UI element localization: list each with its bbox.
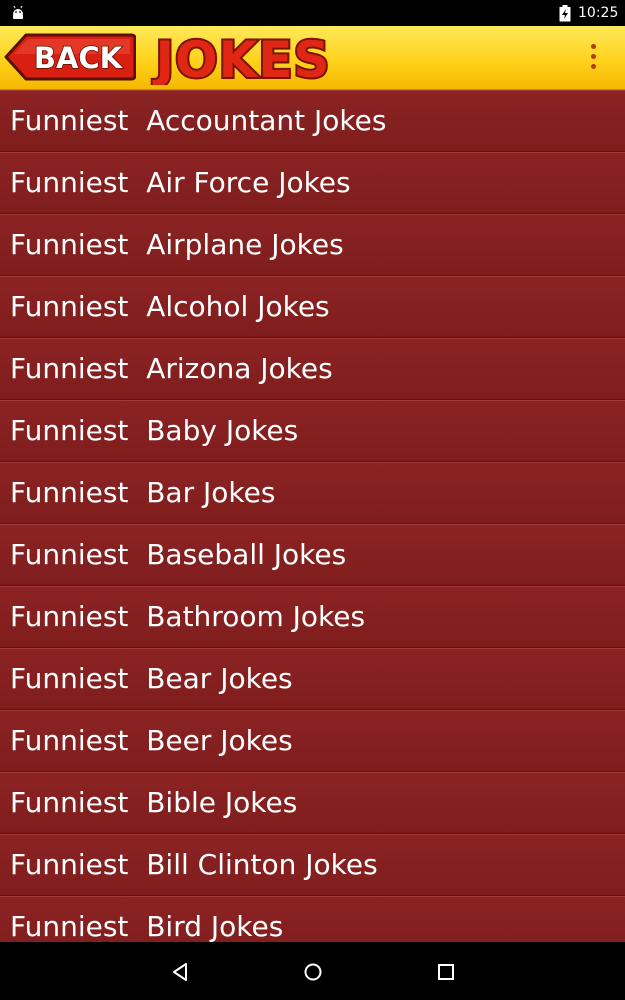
overflow-menu-icon[interactable] [586,40,600,74]
item-title: Baby Jokes [146,414,299,447]
item-prefix: Funniest [10,476,129,509]
item-title: Bill Clinton Jokes [146,848,378,881]
list-item[interactable]: Funniest Bathroom Jokes [0,586,625,648]
item-prefix: Funniest [10,538,129,571]
list-item[interactable]: Funniest Bill Clinton Jokes [0,834,625,896]
item-title: Air Force Jokes [146,166,351,199]
item-prefix: Funniest [10,786,129,819]
item-title: Bathroom Jokes [146,600,366,633]
list-item[interactable]: Funniest Alcohol Jokes [0,276,625,338]
list-item[interactable]: Funniest Bird Jokes [0,896,625,942]
list-item[interactable]: Funniest Air Force Jokes [0,152,625,214]
item-prefix: Funniest [10,352,129,385]
item-prefix: Funniest [10,910,129,942]
item-prefix: Funniest [10,166,129,199]
item-prefix: Funniest [10,662,129,695]
navigation-bar [0,942,625,1000]
recents-icon[interactable] [434,960,458,984]
item-title: Alcohol Jokes [146,290,330,323]
clock: 10:25 [578,5,619,21]
list-item[interactable]: Funniest Bear Jokes [0,648,625,710]
jokes-logo: JOKES [150,29,331,85]
back-button[interactable]: BACK [4,32,136,82]
list-item[interactable]: Funniest Accountant Jokes [0,90,625,152]
item-prefix: Funniest [10,414,129,447]
item-prefix: Funniest [10,600,129,633]
logo-text: JOKES [152,31,330,85]
joke-category-list: Funniest Accountant Jokes Funniest Air F… [0,90,625,942]
android-icon [13,5,23,19]
item-title: Accountant Jokes [146,104,387,137]
list-item[interactable]: Funniest Beer Jokes [0,710,625,772]
item-prefix: Funniest [10,104,129,137]
item-title: Bear Jokes [146,662,293,695]
list-item[interactable]: Funniest Bar Jokes [0,462,625,524]
item-title: Bible Jokes [146,786,298,819]
item-title: Airplane Jokes [146,228,344,261]
home-icon[interactable] [301,960,325,984]
item-prefix: Funniest [10,228,129,261]
item-title: Bird Jokes [146,910,284,942]
list-item[interactable]: Funniest Bible Jokes [0,772,625,834]
item-title: Arizona Jokes [146,352,333,385]
item-title: Beer Jokes [146,724,293,757]
item-title: Baseball Jokes [146,538,347,571]
item-prefix: Funniest [10,848,129,881]
back-label: BACK [34,41,124,75]
list-item[interactable]: Funniest Baseball Jokes [0,524,625,586]
item-prefix: Funniest [10,290,129,323]
battery-icon [559,5,571,22]
status-bar: 10:25 [0,0,625,26]
list-item[interactable]: Funniest Airplane Jokes [0,214,625,276]
list-item[interactable]: Funniest Baby Jokes [0,400,625,462]
back-icon[interactable] [168,960,192,984]
item-prefix: Funniest [10,724,129,757]
list-item[interactable]: Funniest Arizona Jokes [0,338,625,400]
item-title: Bar Jokes [146,476,276,509]
